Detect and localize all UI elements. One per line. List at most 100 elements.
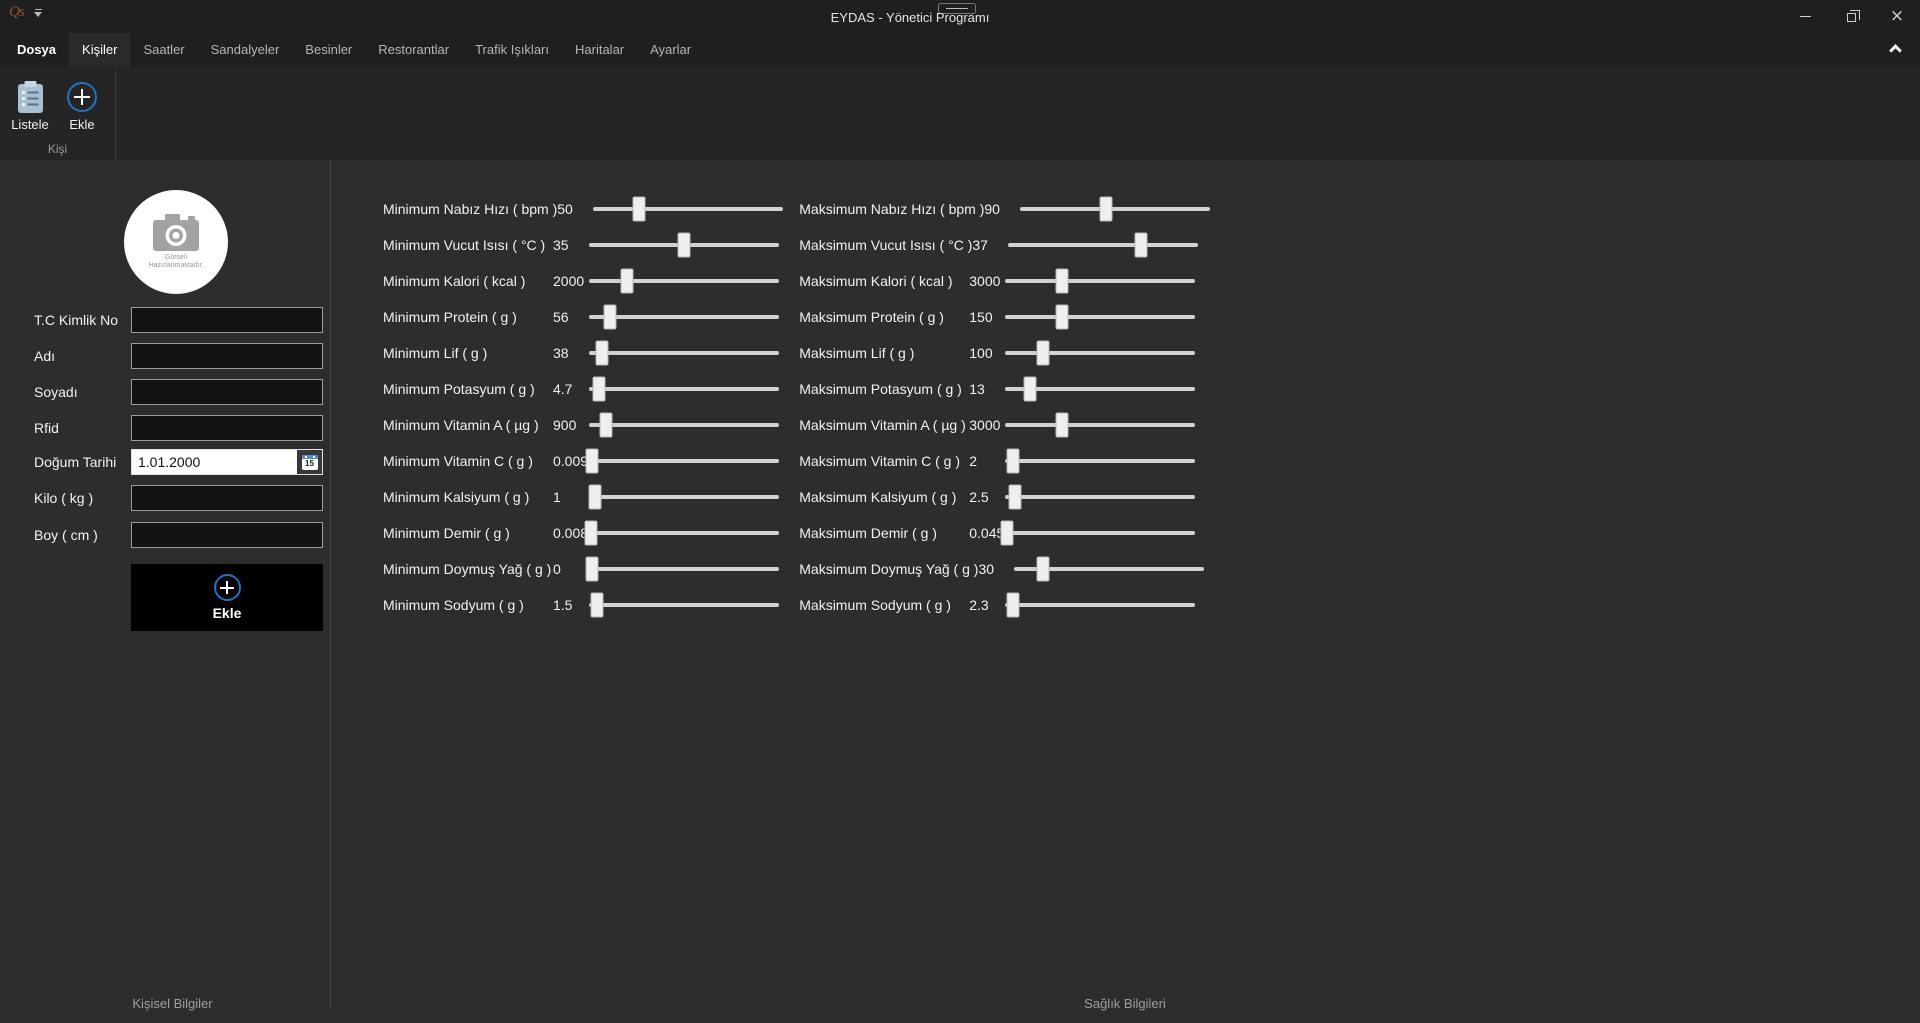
slider-row: Minimum Kalori ( kcal ) 2000 (383, 263, 783, 299)
slider-value: 2 (969, 453, 1005, 469)
ribbon-tab[interactable]: Ayarlar (637, 33, 704, 67)
slider-track[interactable] (589, 279, 779, 283)
ribbon-tab[interactable]: Sandalyeler (198, 33, 293, 67)
slider-track[interactable] (1005, 351, 1195, 355)
slider-track[interactable] (1020, 207, 1210, 211)
slider-thumb[interactable] (1056, 305, 1069, 330)
ribbon-tab[interactable]: Saatler (130, 33, 197, 67)
slider-thumb[interactable] (1036, 557, 1049, 582)
slider-track[interactable] (589, 495, 779, 499)
slider-thumb[interactable] (1056, 413, 1069, 438)
kilo-input[interactable] (131, 485, 323, 511)
slider-thumb[interactable] (678, 233, 691, 258)
ribbon-tab[interactable]: Haritalar (562, 33, 637, 67)
max-sliders-column: Maksimum Nabız Hızı ( bpm ) 90 Maksimum … (799, 191, 1210, 623)
slider-track[interactable] (589, 423, 779, 427)
ribbon-tab[interactable]: Besinler (292, 33, 365, 67)
slider-track[interactable] (1005, 603, 1195, 607)
slider-row: Maksimum Potasyum ( g ) 13 (799, 371, 1210, 407)
adi-input[interactable] (131, 343, 323, 369)
ribbon-tab[interactable]: Kişiler (69, 33, 130, 67)
slider-thumb[interactable] (584, 521, 597, 546)
slider-track[interactable] (1005, 387, 1195, 391)
rfid-input[interactable] (131, 415, 323, 441)
slider-thumb[interactable] (1006, 593, 1019, 618)
boy-label: Boy ( cm ) (34, 522, 98, 548)
slider-thumb[interactable] (592, 377, 605, 402)
slider-track[interactable] (1005, 279, 1195, 283)
slider-track[interactable] (1005, 459, 1195, 463)
slider-label: Maksimum Vitamin C ( g ) (799, 453, 969, 469)
minimize-icon (1800, 16, 1811, 17)
slider-track[interactable] (589, 603, 779, 607)
listele-label: Listele (11, 117, 49, 132)
slider-thumb[interactable] (1099, 197, 1112, 222)
slider-value: 35 (553, 237, 589, 253)
slider-thumb[interactable] (1023, 377, 1036, 402)
slider-track[interactable] (1008, 243, 1198, 247)
slider-thumb[interactable] (1006, 449, 1019, 474)
window-controls: × (1782, 0, 1920, 33)
health-panel-footer: Sağlık Bilgileri (330, 996, 1920, 1011)
add-person-label: Ekle (213, 605, 242, 621)
slider-track[interactable] (589, 315, 779, 319)
slider-row: Maksimum Vucut Isısı ( °C ) 37 (799, 227, 1210, 263)
photo-placeholder[interactable]: Görseli Hazırlanmaktadır. (124, 190, 228, 294)
slider-track[interactable] (589, 567, 779, 571)
close-button[interactable]: × (1874, 0, 1920, 33)
slider-value: 1 (553, 489, 589, 505)
slider-value: 38 (553, 345, 589, 361)
slider-thumb[interactable] (632, 197, 645, 222)
slider-track[interactable] (593, 207, 783, 211)
listele-button[interactable]: Listele (4, 67, 56, 145)
slider-track[interactable] (1014, 567, 1204, 571)
ribbon-tab[interactable]: Dosya (4, 33, 69, 67)
collapse-ribbon-button[interactable] (1890, 33, 1920, 67)
ekle-ribbon-button[interactable]: Ekle (56, 67, 108, 145)
slider-thumb[interactable] (1135, 233, 1148, 258)
slider-thumb[interactable] (585, 557, 598, 582)
slider-track[interactable] (589, 387, 779, 391)
ribbon-tab[interactable]: Restorantlar (365, 33, 462, 67)
slider-value: 13 (969, 381, 1005, 397)
app-logo-icon: Qs (9, 4, 24, 21)
slider-track[interactable] (1005, 495, 1195, 499)
slider-row: Minimum Demir ( g ) 0.008 (383, 515, 783, 551)
ribbon-tab[interactable]: Trafik Işıkları (462, 33, 562, 67)
slider-thumb[interactable] (1001, 521, 1014, 546)
slider-thumb[interactable] (603, 305, 616, 330)
form-row-rfid: Rfid (0, 415, 330, 441)
slider-thumb[interactable] (585, 449, 598, 474)
slider-track[interactable] (1005, 531, 1195, 535)
slider-track[interactable] (589, 531, 779, 535)
tc-kimlik-input[interactable] (131, 307, 323, 333)
boy-input[interactable] (131, 522, 323, 548)
slider-thumb[interactable] (590, 593, 603, 618)
dogum-tarihi-input[interactable] (132, 450, 297, 474)
add-person-button[interactable]: Ekle (131, 564, 323, 631)
slider-track[interactable] (1005, 315, 1195, 319)
slider-thumb[interactable] (1056, 269, 1069, 294)
slider-thumb[interactable] (600, 413, 613, 438)
slider-label: Minimum Demir ( g ) (383, 525, 553, 541)
slider-track[interactable] (1005, 423, 1195, 427)
slider-track[interactable] (589, 459, 779, 463)
slider-thumb[interactable] (596, 341, 609, 366)
calendar-button[interactable]: 15 (297, 450, 322, 474)
restore-button[interactable] (1828, 0, 1874, 33)
slider-row: Maksimum Vitamin A ( µg ) 3000 (799, 407, 1210, 443)
ribbon-group-kisi: Listele Ekle (4, 67, 108, 145)
slider-track[interactable] (589, 351, 779, 355)
slider-thumb[interactable] (621, 269, 634, 294)
slider-label: Maksimum Kalori ( kcal ) (799, 273, 969, 289)
minimize-button[interactable] (1782, 0, 1828, 33)
slider-row: Maksimum Vitamin C ( g ) 2 (799, 443, 1210, 479)
slider-thumb[interactable] (1037, 341, 1050, 366)
slider-label: Maksimum Nabız Hızı ( bpm ) (799, 201, 984, 217)
soyadi-input[interactable] (131, 379, 323, 405)
slider-thumb[interactable] (588, 485, 601, 510)
slider-thumb[interactable] (1008, 485, 1021, 510)
quick-access-dropdown-icon[interactable] (34, 9, 44, 19)
slider-label: Minimum Nabız Hızı ( bpm ) (383, 201, 557, 217)
slider-track[interactable] (589, 243, 779, 247)
